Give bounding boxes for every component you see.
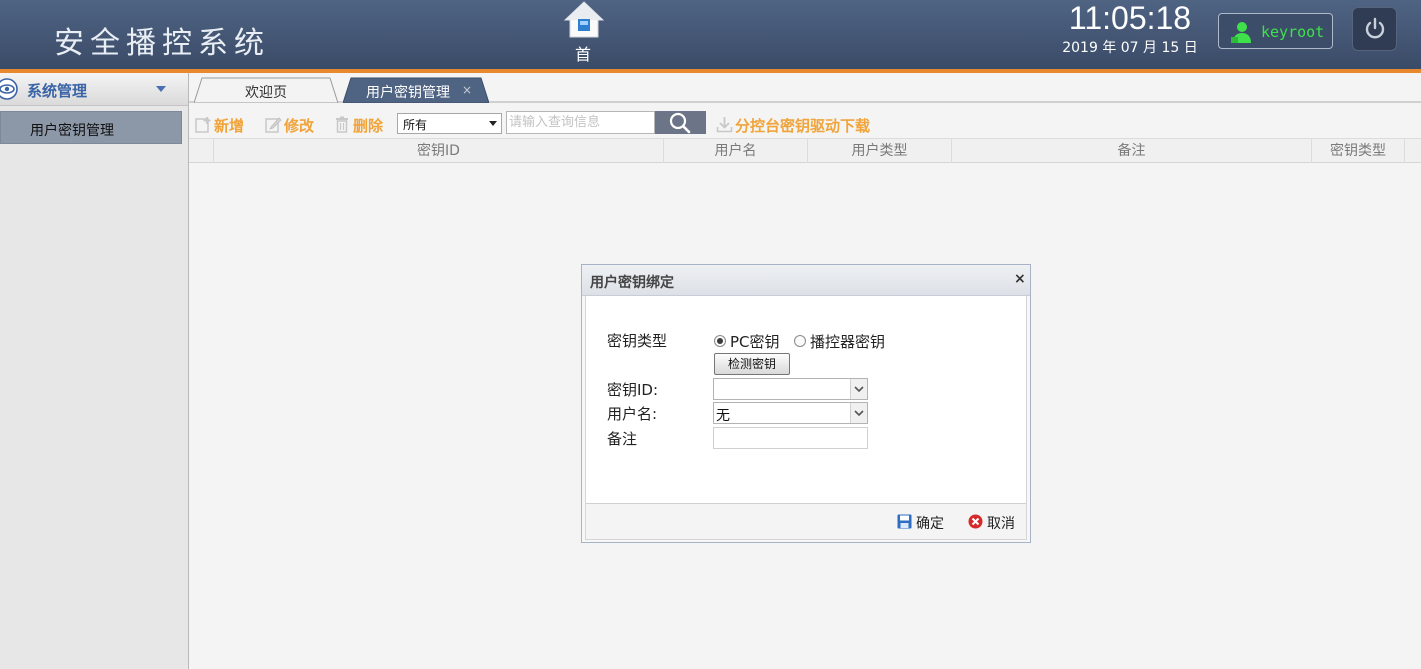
confirm-button-label: 确定	[916, 516, 944, 532]
sidebar-section-title: 系统管理	[27, 82, 88, 100]
edit-button[interactable]: 修改	[265, 115, 321, 135]
grid-header: 密钥ID 用户名 用户类型 备注 密钥类型	[189, 138, 1421, 163]
save-icon	[897, 514, 912, 529]
radio-player-key-label: 播控器密钥	[810, 333, 886, 351]
cancel-icon	[968, 514, 983, 529]
user-name: keyroot	[1261, 23, 1325, 41]
remark-label: 备注	[607, 430, 638, 448]
radio-pc-key-label: PC密钥	[730, 333, 780, 351]
add-button-label: 新增	[214, 117, 245, 135]
download-driver-button[interactable]: 分控台密钥驱动下载	[716, 115, 876, 135]
tab-close-icon[interactable]: ×	[462, 83, 472, 97]
radio-pc-key[interactable]: PC密钥	[714, 331, 786, 351]
chevron-down-icon	[156, 86, 166, 92]
edit-icon	[265, 117, 282, 133]
sidebar-item-label: 用户密钥管理	[30, 123, 114, 139]
tab-user-key-management[interactable]: 用户密钥管理 ×	[343, 77, 489, 103]
toolbar: 新增 修改 删除 所有 分控台密钥驱动	[189, 105, 1421, 138]
username-label: 用户名:	[607, 405, 658, 423]
trash-icon	[336, 116, 348, 133]
cancel-button[interactable]: 取消	[968, 513, 1018, 532]
radio-unchecked-icon	[794, 335, 806, 347]
dialog-close-icon[interactable]: ×	[1014, 272, 1026, 286]
user-icon	[1231, 22, 1251, 43]
delete-button[interactable]: 删除	[334, 115, 390, 135]
home-icon	[563, 1, 605, 38]
radio-player-key[interactable]: 播控器密钥	[794, 331, 894, 351]
home-button[interactable]: 首 页	[556, 0, 612, 88]
tab-welcome[interactable]: 欢迎页	[194, 77, 338, 103]
search-icon	[669, 112, 691, 134]
eye-icon	[0, 78, 18, 100]
tab-bar: 欢迎页 用户密钥管理 ×	[189, 73, 1421, 103]
search-input[interactable]	[506, 111, 655, 134]
top-header: 安全播控系统 首 页 11:05:18 2019 年 07 月 15 日 key…	[0, 0, 1421, 88]
download-driver-label: 分控台密钥驱动下载	[735, 117, 871, 135]
key-id-select[interactable]	[713, 378, 868, 400]
key-id-label: 密钥ID:	[607, 381, 659, 399]
username-select[interactable]: 无	[713, 402, 868, 424]
dialog-footer: 确定 取消	[585, 503, 1027, 540]
app-title: 安全播控系统	[54, 26, 270, 61]
sidebar-section-system-management[interactable]: 系统管理	[0, 73, 188, 106]
edit-button-label: 修改	[284, 117, 315, 135]
cancel-button-label: 取消	[987, 516, 1015, 532]
add-button[interactable]: 新增	[195, 115, 251, 135]
user-key-binding-dialog: 用户密钥绑定 × 密钥类型 PC密钥 播控器密钥 检测密钥 密钥ID: 用户名:…	[581, 264, 1031, 543]
sidebar-item-user-key-management[interactable]: 用户密钥管理	[0, 111, 182, 144]
column-header-key-id[interactable]: 密钥ID	[214, 139, 664, 163]
dialog-body: 密钥类型 PC密钥 播控器密钥 检测密钥 密钥ID: 用户名: 无 备注	[585, 296, 1027, 503]
clock-time: 11:05:18	[1068, 0, 1192, 36]
filter-select-value: 所有	[403, 118, 428, 132]
column-header-checkbox	[189, 139, 214, 163]
username-select-value: 无	[716, 408, 730, 424]
power-icon	[1365, 17, 1385, 39]
remark-input[interactable]	[713, 427, 868, 449]
column-header-username[interactable]: 用户名	[664, 139, 808, 163]
column-header-key-type[interactable]: 密钥类型	[1312, 139, 1405, 163]
detect-key-button[interactable]: 检测密钥	[714, 353, 790, 375]
column-header-remark[interactable]: 备注	[952, 139, 1312, 163]
add-icon	[195, 117, 211, 133]
confirm-button[interactable]: 确定	[897, 513, 947, 532]
clock-date: 2019 年 07 月 15 日	[1062, 40, 1198, 56]
dialog-title: 用户密钥绑定	[590, 275, 674, 291]
filter-select[interactable]: 所有	[397, 113, 502, 134]
delete-button-label: 删除	[353, 117, 384, 135]
chevron-down-icon	[850, 379, 867, 399]
user-account-button[interactable]: keyroot	[1218, 13, 1333, 49]
key-type-label: 密钥类型	[607, 332, 668, 350]
sidebar: 系统管理 用户密钥管理	[0, 73, 189, 669]
dialog-titlebar[interactable]: 用户密钥绑定 ×	[582, 265, 1030, 296]
search-button[interactable]	[655, 111, 706, 134]
download-icon	[716, 117, 733, 133]
tab-welcome-label: 欢迎页	[245, 85, 287, 101]
tab-user-key-management-label: 用户密钥管理	[366, 85, 450, 101]
dropdown-arrow-icon	[489, 121, 497, 126]
logout-button[interactable]	[1352, 7, 1397, 51]
radio-checked-icon	[714, 335, 726, 347]
column-header-user-type[interactable]: 用户类型	[808, 139, 952, 163]
chevron-down-icon	[850, 403, 867, 423]
